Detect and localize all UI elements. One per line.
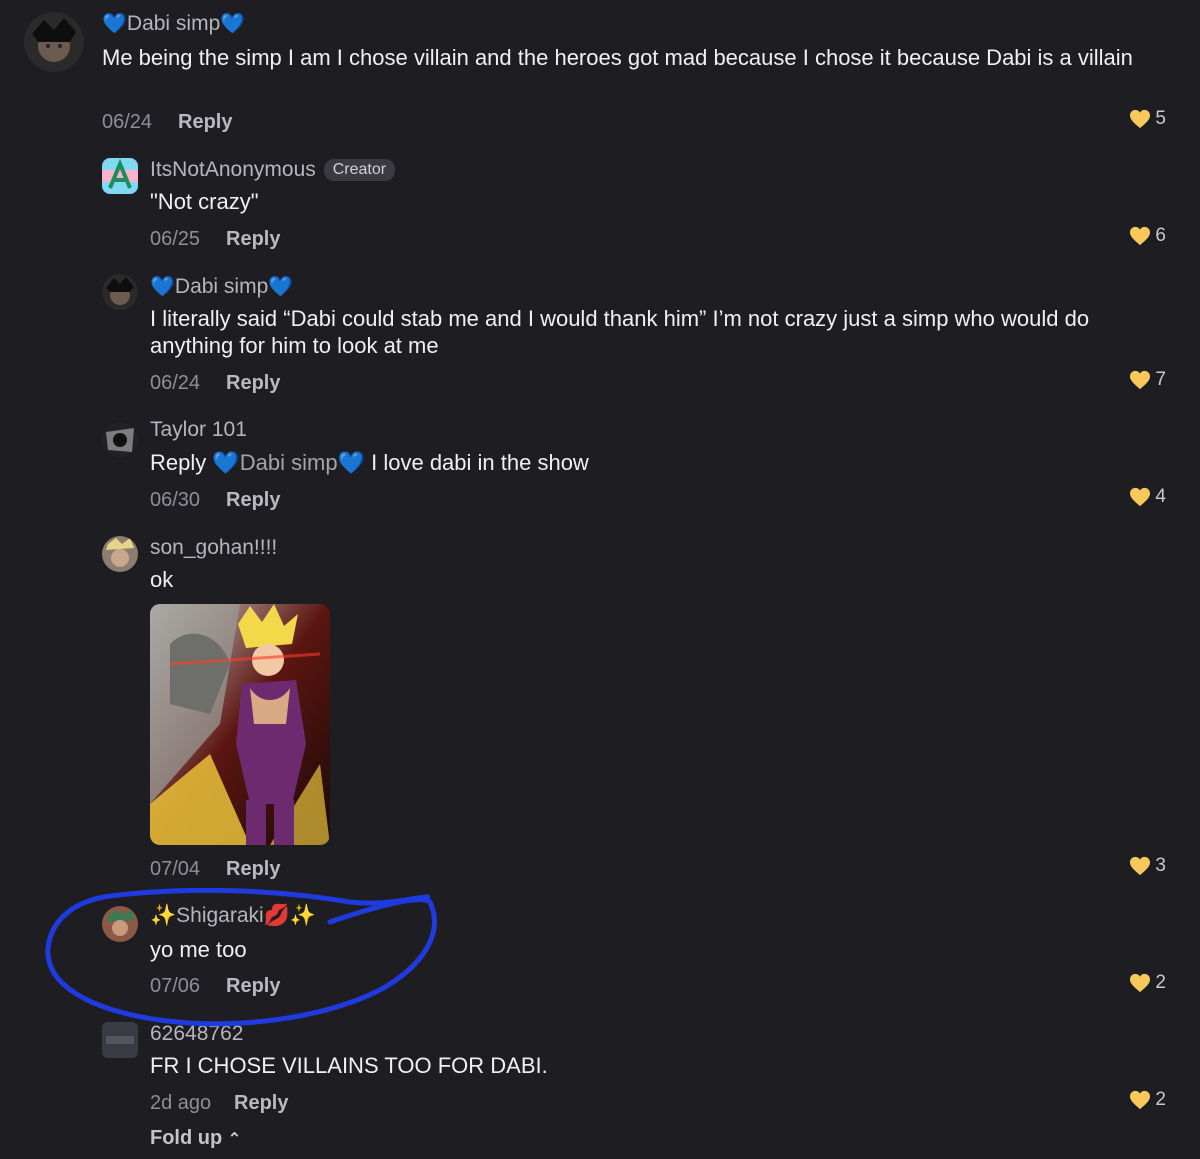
comment-username[interactable]: 💙 Dabi simp 💙	[102, 11, 245, 36]
sparkle-icon: ✨	[289, 904, 317, 927]
comment-text: ok	[150, 567, 174, 592]
reply-button[interactable]: Reply	[226, 975, 280, 998]
creator-badge: Creator	[323, 159, 396, 181]
comment-date: 06/30	[150, 489, 201, 511]
avatar[interactable]	[102, 274, 138, 310]
sparkle-icon: ✨	[150, 904, 177, 927]
comment-date: 06/24	[150, 372, 201, 394]
comment-text: FR I CHOSE VILLAINS TOO FOR DABI.	[150, 1053, 548, 1078]
comment-date: 07/04	[150, 858, 201, 880]
reply-button[interactable]: Reply	[226, 372, 280, 395]
comment-username[interactable]: 💙 Dabi simp 💙	[150, 274, 293, 299]
like-button[interactable]: 6	[1129, 225, 1166, 247]
comment-date: 07/06	[150, 975, 201, 997]
blue-heart-icon: 💙	[268, 276, 294, 298]
like-button[interactable]: 3	[1129, 855, 1166, 877]
blue-heart-icon: 💙	[220, 13, 246, 35]
reply-button[interactable]: Reply	[234, 1092, 288, 1115]
like-button[interactable]: 2	[1129, 1089, 1166, 1111]
comment-date: 06/24	[102, 111, 153, 133]
fold-up-button[interactable]: Fold up ⌃	[150, 1127, 241, 1150]
comment-text: Me being the simp I am I chose villain a…	[102, 45, 1133, 70]
like-button[interactable]: 5	[1129, 108, 1166, 130]
reply-button[interactable]: Reply	[226, 228, 280, 251]
heart-icon	[1130, 856, 1151, 876]
blue-heart-icon: 💙	[337, 450, 365, 475]
comment-username[interactable]: Taylor 101	[150, 418, 247, 442]
comment-text: Reply 💙Dabi simp💙 I love dabi in the sho…	[150, 450, 589, 475]
like-button[interactable]: 4	[1129, 486, 1166, 508]
comment-text: "Not crazy"	[150, 189, 259, 214]
comment-text: yo me too	[150, 937, 247, 962]
reply-button[interactable]: Reply	[226, 858, 280, 881]
like-count: 6	[1155, 225, 1166, 246]
blue-heart-icon: 💙	[212, 450, 240, 475]
comment-username[interactable]: ✨ Shigaraki 💋 ✨	[150, 904, 316, 928]
comment-username[interactable]: ItsNotAnonymous Creator	[150, 158, 396, 182]
like-count: 2	[1155, 972, 1166, 993]
sticker-image[interactable]	[150, 604, 330, 845]
like-count: 7	[1155, 369, 1166, 390]
lips-icon: 💋	[263, 904, 290, 927]
like-count: 2	[1155, 1089, 1166, 1110]
avatar[interactable]	[102, 536, 138, 572]
like-count: 3	[1155, 855, 1166, 876]
comment-text: I literally said “Dabi could stab me and…	[150, 306, 1090, 358]
chevron-up-icon: ⌃	[227, 1131, 242, 1148]
comment-date: 2d ago	[150, 1092, 212, 1114]
reply-prefix: Reply	[150, 450, 207, 475]
like-count: 4	[1155, 486, 1166, 507]
comment-date: 06/25	[150, 228, 201, 250]
heart-icon	[1130, 370, 1151, 390]
avatar[interactable]	[24, 12, 84, 72]
blue-heart-icon: 💙	[102, 13, 127, 35]
avatar[interactable]	[102, 422, 138, 458]
heart-icon	[1130, 226, 1151, 246]
avatar[interactable]	[102, 158, 138, 194]
reply-button[interactable]: Reply	[226, 489, 280, 512]
heart-icon	[1130, 973, 1151, 993]
comment-username[interactable]: son_gohan!!!!	[150, 536, 277, 560]
like-count: 5	[1155, 108, 1166, 129]
heart-icon	[1130, 487, 1151, 507]
heart-icon	[1130, 109, 1151, 129]
like-button[interactable]: 7	[1129, 369, 1166, 391]
avatar[interactable]	[102, 906, 138, 942]
mention-link[interactable]: 💙Dabi simp💙	[212, 450, 365, 475]
heart-icon	[1130, 1090, 1151, 1110]
avatar[interactable]	[102, 1022, 138, 1058]
like-button[interactable]: 2	[1129, 972, 1166, 994]
reply-button[interactable]: Reply	[178, 111, 232, 134]
blue-heart-icon: 💙	[150, 276, 175, 298]
comment-username[interactable]: 62648762	[150, 1022, 243, 1046]
